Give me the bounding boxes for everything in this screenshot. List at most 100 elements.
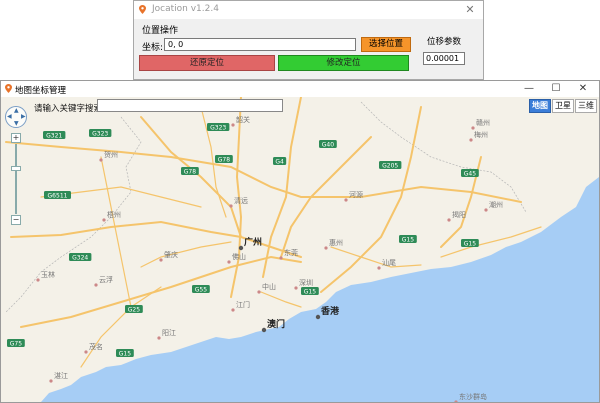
road-shield: G25 bbox=[125, 305, 143, 314]
zoom-out-button[interactable]: − bbox=[11, 215, 21, 225]
city-dot bbox=[229, 204, 233, 208]
city-dot bbox=[159, 258, 163, 262]
city-label: 韶关 bbox=[236, 115, 250, 124]
zoom-handle[interactable] bbox=[11, 166, 21, 171]
road-shield-label: G25 bbox=[128, 307, 140, 314]
city-dot bbox=[231, 123, 235, 127]
map-drawing: G321 G323 G323 G45 G4 G78 G78 G205 G15 G15 G15 G15 G… bbox=[1, 97, 599, 402]
city-label: 贺州 bbox=[104, 150, 118, 159]
road-shield: G15 bbox=[301, 287, 319, 296]
city-dot bbox=[471, 126, 475, 130]
pan-left-icon[interactable]: ◀ bbox=[7, 114, 12, 120]
city-dot bbox=[36, 278, 40, 282]
city-dot bbox=[94, 283, 98, 287]
city-dot bbox=[231, 308, 235, 312]
city-dot bbox=[257, 290, 261, 294]
city-dot bbox=[238, 245, 244, 251]
zoom-in-button[interactable]: + bbox=[11, 133, 21, 143]
road-shield-label: G323 bbox=[210, 125, 226, 132]
city-dot bbox=[469, 138, 473, 142]
window-title: 地图坐标管理 bbox=[15, 86, 67, 96]
road-shield: G40 bbox=[319, 140, 337, 149]
road-shield-label: G75 bbox=[10, 341, 22, 348]
road-shield-label: G15 bbox=[402, 237, 414, 244]
location-pin-icon bbox=[139, 5, 146, 14]
road-shield-label: G45 bbox=[464, 171, 476, 178]
maptype-3d-button[interactable]: 三维 bbox=[575, 99, 597, 113]
location-pin-icon bbox=[5, 84, 12, 93]
city-label: 河源 bbox=[349, 190, 363, 199]
city-label: 佛山 bbox=[232, 252, 246, 261]
maximize-button[interactable]: ☐ bbox=[546, 82, 566, 96]
city-dot bbox=[102, 218, 106, 222]
city-dot bbox=[447, 218, 451, 222]
city-label: 东莞 bbox=[284, 248, 298, 257]
window-title: Jocation v1.2.4 bbox=[152, 4, 219, 14]
road-shield: G45 bbox=[461, 169, 479, 178]
city-dot bbox=[261, 327, 267, 333]
search-input[interactable] bbox=[97, 99, 283, 112]
map-window: 地图坐标管理 — ☐ ✕ G321 G323 G323 G45 G4 G78 G78 G205… bbox=[0, 80, 600, 403]
coordinate-label: 坐标: bbox=[142, 43, 164, 53]
map-titlebar[interactable]: 地图坐标管理 — ☐ ✕ bbox=[1, 81, 599, 97]
close-button[interactable]: ✕ bbox=[573, 82, 593, 96]
city-label: 阳江 bbox=[162, 328, 176, 337]
modify-location-button[interactable]: 修改定位 bbox=[278, 55, 409, 71]
road-shield-label: G4 bbox=[275, 159, 284, 166]
pan-up-icon[interactable]: ▲ bbox=[14, 108, 19, 114]
road-shield: G323 bbox=[89, 129, 112, 138]
road-shield: G321 bbox=[43, 131, 66, 140]
maptype-map-button[interactable]: 地图 bbox=[529, 99, 551, 113]
city-label: 揭阳 bbox=[452, 210, 466, 219]
city-dot bbox=[324, 246, 328, 250]
road-shield-label: G78 bbox=[184, 169, 196, 176]
pan-right-icon[interactable]: ▶ bbox=[21, 114, 26, 120]
maptype-satellite-button[interactable]: 卫星 bbox=[552, 99, 574, 113]
map-canvas[interactable]: G321 G323 G323 G45 G4 G78 G78 G205 G15 G15 G15 G15 G… bbox=[1, 97, 599, 402]
city-label: 香港 bbox=[320, 305, 340, 317]
road-shield-label: G55 bbox=[195, 287, 207, 294]
road-shield-label: G324 bbox=[72, 255, 88, 262]
city-dot bbox=[227, 260, 231, 264]
road-shield-label: G323 bbox=[92, 131, 108, 138]
city-label: 汕尾 bbox=[382, 258, 396, 267]
road-shield: G205 bbox=[379, 161, 402, 170]
pan-down-icon[interactable]: ▼ bbox=[14, 121, 19, 127]
restore-location-button[interactable]: 还原定位 bbox=[139, 55, 275, 71]
city-label: 玉林 bbox=[41, 270, 55, 279]
city-label: 潮州 bbox=[489, 200, 503, 209]
city-label: 广州 bbox=[244, 236, 262, 248]
road-shield-label: G15 bbox=[119, 351, 131, 358]
road-shield: G324 bbox=[69, 253, 92, 262]
city-label: 中山 bbox=[262, 282, 276, 291]
offset-input[interactable]: 0.00001 bbox=[423, 52, 465, 65]
city-label: 梅州 bbox=[474, 130, 488, 139]
pan-control[interactable]: ▲ ▼ ◀ ▶ bbox=[5, 106, 27, 128]
city-label: 东沙群岛 bbox=[459, 392, 487, 401]
city-dot bbox=[294, 286, 298, 290]
minimize-button[interactable]: — bbox=[519, 82, 539, 96]
road-shield-label: G78 bbox=[218, 157, 230, 164]
jocation-titlebar[interactable]: Jocation v1.2.4 ✕ bbox=[134, 1, 483, 19]
city-label: 惠州 bbox=[329, 238, 343, 247]
road-shield-label: G6511 bbox=[48, 193, 68, 200]
city-dot bbox=[484, 208, 488, 212]
zoom-control: + − bbox=[11, 133, 21, 225]
city-dot bbox=[157, 336, 161, 340]
zoom-track[interactable] bbox=[15, 144, 17, 214]
road-shield: G15 bbox=[461, 239, 479, 248]
city-label: 江门 bbox=[236, 300, 250, 309]
road-shield-label: G40 bbox=[322, 142, 334, 149]
road-shield: G323 bbox=[207, 123, 230, 132]
search-label: 请输入关键字搜索 bbox=[34, 104, 103, 114]
pick-location-button[interactable]: 选择位置 bbox=[361, 37, 411, 52]
road-shield: G15 bbox=[116, 349, 134, 358]
road-shield-label: G15 bbox=[304, 289, 316, 296]
jocation-window: Jocation v1.2.4 ✕ 位置操作 坐标: 0, 0 选择位置 还原定… bbox=[133, 0, 484, 80]
close-button[interactable]: ✕ bbox=[463, 3, 477, 17]
coordinate-input[interactable]: 0, 0 bbox=[164, 38, 356, 51]
road-shield: G15 bbox=[399, 235, 417, 244]
city-dot bbox=[315, 314, 321, 320]
city-label: 茂名 bbox=[89, 342, 103, 351]
city-label: 赣州 bbox=[476, 118, 490, 127]
